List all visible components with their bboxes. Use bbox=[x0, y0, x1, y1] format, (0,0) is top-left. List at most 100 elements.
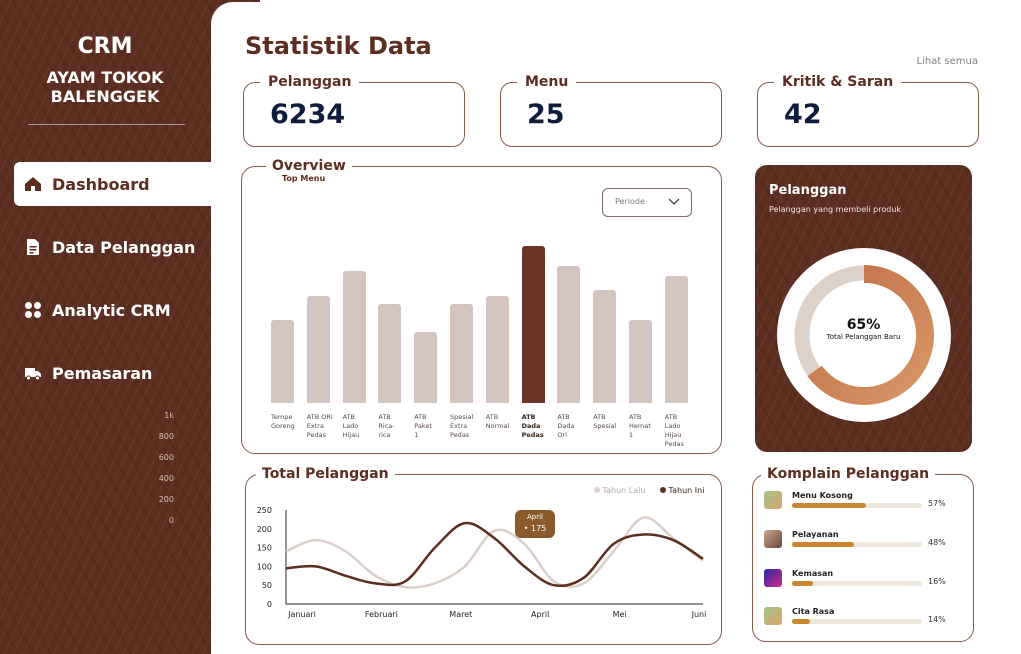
legend-tahun-lalu-label: Tahun Lalu bbox=[602, 486, 646, 495]
overview-subtitle: Top Menu bbox=[282, 174, 326, 183]
bar-category-label: ATB Lado Hijau bbox=[342, 413, 360, 439]
complaint-label: Menu Kosong bbox=[792, 491, 853, 500]
tooltip-month: April bbox=[527, 513, 543, 521]
bar-3[interactable] bbox=[378, 304, 402, 403]
stat-value: 42 bbox=[784, 99, 822, 130]
y-tick-label: 50 bbox=[262, 581, 272, 590]
stat-card-pelanggan: Pelanggan 6234 bbox=[243, 74, 465, 147]
food-thumbnail-icon bbox=[764, 491, 782, 509]
bar-category-label: ATB Rica-rica bbox=[378, 413, 395, 439]
bar-2[interactable] bbox=[342, 271, 366, 403]
y-tick-label: 250 bbox=[257, 506, 272, 515]
faint-tick: 600 bbox=[158, 453, 174, 462]
faint-tick: 800 bbox=[158, 432, 174, 441]
brand-line-1: AYAM TOKOK bbox=[46, 68, 164, 87]
complaint-item: Kemasan 16% bbox=[764, 569, 964, 599]
faint-tick: 1k bbox=[164, 411, 174, 420]
line-chart: 0 50 100 150 200 250 Januari Februari Maret April… bbox=[257, 506, 707, 619]
complaint-percent: 48% bbox=[928, 538, 946, 547]
nav-data-pelanggan-label: Data Pelanggan bbox=[52, 237, 196, 257]
x-tick-label: April bbox=[531, 610, 549, 619]
complaint-bar-fill bbox=[792, 619, 811, 624]
x-tick-label: Januari bbox=[287, 610, 316, 619]
y-tick-label: 100 bbox=[257, 562, 272, 571]
legend-tahun-lalu: Tahun Lalu bbox=[594, 486, 645, 495]
bar-5[interactable] bbox=[450, 304, 473, 403]
donut-subtitle: Pelanggan yang membeli produk bbox=[769, 205, 902, 214]
stat-value: 25 bbox=[527, 99, 565, 130]
complaint-label: Pelayanan bbox=[792, 530, 839, 539]
line-tooltip: April • 175 bbox=[515, 510, 555, 538]
nav-dashboard[interactable]: Dashboard bbox=[14, 162, 212, 206]
bar-9[interactable] bbox=[593, 289, 617, 403]
x-tick-label: Februari bbox=[365, 610, 398, 619]
bar-7[interactable] bbox=[521, 246, 545, 403]
nav-analytic-crm-label: Analytic CRM bbox=[52, 300, 171, 320]
complaint-item: Cita Rasa 14% bbox=[764, 607, 964, 637]
complaint-bar-fill bbox=[792, 581, 813, 586]
legend-dot-icon bbox=[594, 487, 600, 493]
faint-tick: 400 bbox=[158, 474, 174, 483]
y-tick-label: 150 bbox=[257, 544, 272, 553]
x-tick-label: Maret bbox=[449, 610, 472, 619]
bar-category-label: ATB Dada Pedas bbox=[521, 413, 544, 439]
brand-subtitle: AYAM TOKOK BALENGGEK bbox=[0, 68, 210, 106]
stat-label: Menu bbox=[517, 74, 577, 90]
stat-label: Pelanggan bbox=[260, 74, 360, 90]
bar-category-label: Spesial Extra Pedas bbox=[450, 413, 474, 439]
complaint-item: Menu Kosong 57% bbox=[764, 491, 964, 521]
bar-4[interactable] bbox=[414, 332, 438, 403]
bar-6[interactable] bbox=[485, 296, 509, 403]
bar-category-label: ATB Hemat 1 bbox=[629, 413, 651, 439]
brand-title: CRM bbox=[77, 34, 133, 59]
bar-category-label: ATB Dada Ori bbox=[557, 413, 575, 439]
brand-divider bbox=[28, 124, 185, 125]
brand-line-2: BALENGGEK bbox=[50, 87, 160, 106]
faint-tick: 200 bbox=[158, 495, 174, 504]
legend-dot-icon bbox=[660, 487, 666, 493]
legend-tahun-ini-label: Tahun Ini bbox=[668, 486, 705, 495]
x-tick-label: Juni bbox=[691, 610, 707, 619]
legend-tahun-ini: Tahun Ini bbox=[660, 486, 704, 495]
bar-10[interactable] bbox=[629, 319, 652, 403]
complaint-label: Cita Rasa bbox=[792, 607, 835, 616]
complaint-bar bbox=[792, 503, 922, 508]
nav-pemasaran[interactable]: Pemasaran bbox=[14, 351, 211, 395]
stat-value: 6234 bbox=[270, 99, 346, 130]
stat-label: Kritik & Saran bbox=[774, 74, 902, 90]
complaint-bar bbox=[792, 542, 922, 547]
bar-category-label: ATB Paket 1 bbox=[414, 413, 432, 439]
bar-1[interactable] bbox=[306, 296, 330, 403]
home-icon bbox=[25, 177, 41, 191]
complaint-bar bbox=[792, 581, 922, 586]
nav-analytic-crm[interactable]: Analytic CRM bbox=[14, 288, 211, 332]
bar-category-label: Tempe Goreng bbox=[271, 413, 295, 430]
page-title: Statistik Data bbox=[245, 32, 432, 60]
bar-8[interactable] bbox=[557, 266, 581, 403]
people-thumbnail-icon bbox=[764, 530, 782, 548]
bar-11[interactable] bbox=[664, 275, 688, 403]
donut-caption: Total Pelanggan Baru bbox=[826, 333, 901, 341]
nav-dashboard-label: Dashboard bbox=[52, 174, 150, 194]
complaint-item: Pelayanan 48% bbox=[764, 530, 964, 560]
nav-data-pelanggan[interactable]: Data Pelanggan bbox=[14, 225, 211, 269]
stat-card-menu: Menu 25 bbox=[500, 74, 722, 147]
package-thumbnail-icon bbox=[764, 569, 782, 587]
komplain-title: Komplain Pelanggan bbox=[761, 466, 936, 482]
complaint-percent: 14% bbox=[928, 615, 946, 624]
stat-card-kritik-saran: Kritik & Saran 42 bbox=[757, 74, 979, 147]
truck-icon bbox=[25, 368, 41, 381]
bar-category-label: ATB Lado Hijau Pedas bbox=[664, 413, 684, 448]
complaint-bar bbox=[792, 619, 922, 624]
pelanggan-donut-card: Pelanggan Pelanggan yang membeli produk … bbox=[755, 165, 972, 452]
line-chart-title: Total Pelanggan bbox=[256, 466, 395, 482]
y-tick-label: 0 bbox=[267, 600, 272, 609]
periode-select[interactable]: Periode bbox=[602, 188, 692, 217]
line-axes bbox=[285, 510, 703, 605]
see-all-link[interactable]: Lihat semua bbox=[900, 56, 978, 67]
complaint-label: Kemasan bbox=[792, 569, 834, 578]
bar-0[interactable] bbox=[271, 319, 294, 403]
donut-percent: 65% bbox=[846, 317, 881, 333]
donut-title: Pelanggan bbox=[769, 183, 847, 198]
grid-icon bbox=[25, 302, 41, 318]
